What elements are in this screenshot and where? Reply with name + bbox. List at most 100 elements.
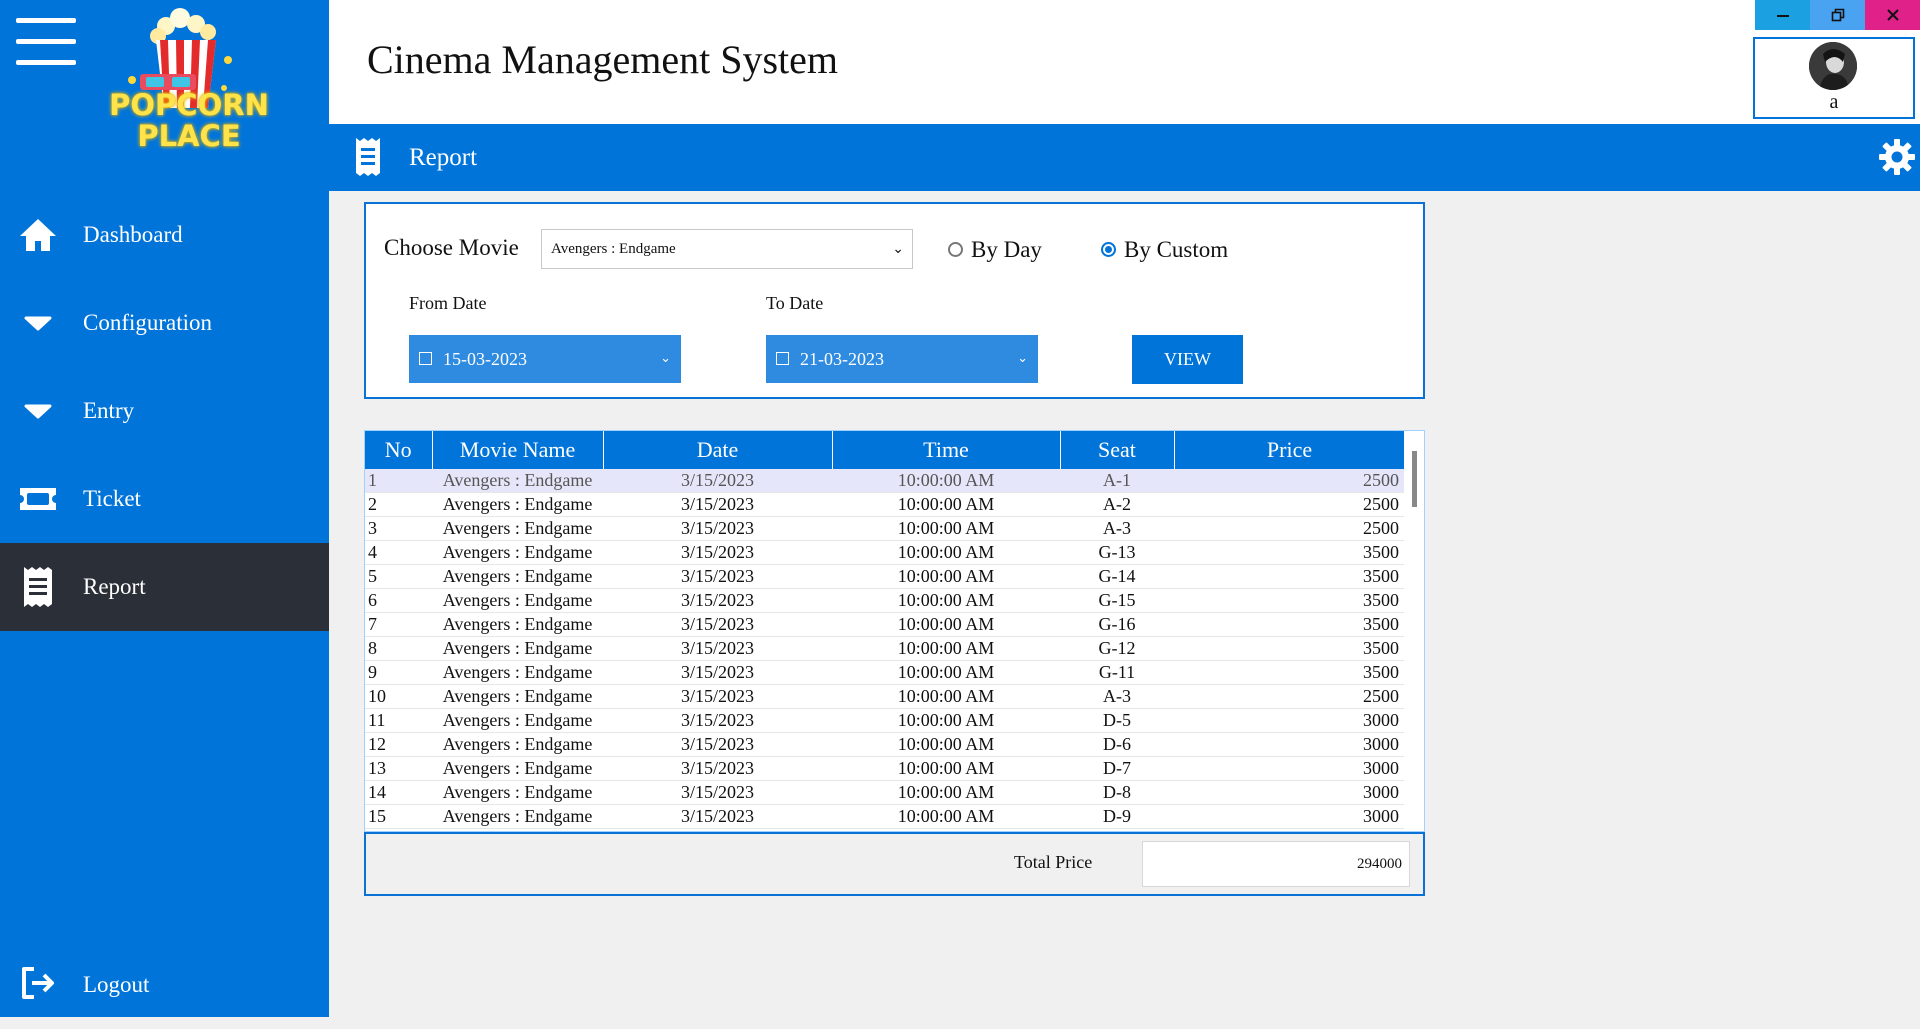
scrollbar-thumb[interactable] xyxy=(1412,451,1417,507)
table-cell: 3/15/2023 xyxy=(603,636,832,661)
column-header-seat[interactable]: Seat xyxy=(1060,431,1175,469)
table-row[interactable]: 5 Avengers : Endgame 3/15/2023 10:00:00 AM G… xyxy=(365,564,1405,589)
table-cell: 5 xyxy=(365,564,432,589)
table-cell: 6 xyxy=(365,588,432,613)
table-row[interactable]: 1 Avengers : Endgame 3/15/2023 10:00:00 AM A… xyxy=(365,469,1405,493)
radio-by-custom[interactable]: By Custom xyxy=(1101,237,1228,263)
table-cell: 3/15/2023 xyxy=(603,588,832,613)
table-row[interactable]: 2 Avengers : Endgame 3/15/2023 10:00:00 AM A… xyxy=(365,492,1405,517)
report-table[interactable]: No Movie Name Date Time Seat Price 1 Aven… xyxy=(364,430,1425,832)
table-cell: G-12 xyxy=(1060,636,1174,661)
table-cell: 3/15/2023 xyxy=(603,564,832,589)
table-cell: 3/15/2023 xyxy=(603,780,832,805)
restore-button[interactable] xyxy=(1810,0,1865,30)
logout-label: Logout xyxy=(83,972,150,997)
movie-select[interactable]: Avengers : Endgame ⌄ xyxy=(541,229,913,269)
table-row[interactable]: 7 Avengers : Endgame 3/15/2023 10:00:00 AM G… xyxy=(365,612,1405,637)
total-price-field[interactable]: 294000 xyxy=(1142,841,1410,887)
close-button[interactable] xyxy=(1865,0,1920,30)
table-cell: 3000 xyxy=(1174,708,1405,733)
view-button[interactable]: VIEW xyxy=(1132,335,1243,384)
logout-icon xyxy=(22,967,54,999)
column-header-movie-name[interactable]: Movie Name xyxy=(432,431,604,469)
table-row[interactable]: 11 Avengers : Endgame 3/15/2023 10:00:00 AM… xyxy=(365,708,1405,733)
sidebar-item-report[interactable]: Report xyxy=(0,543,329,631)
table-cell: Avengers : Endgame xyxy=(432,636,603,661)
table-cell: Avengers : Endgame xyxy=(432,516,603,541)
total-price-label: Total Price xyxy=(1014,852,1093,872)
table-cell: Avengers : Endgame xyxy=(432,469,603,493)
sidebar-item-dashboard[interactable]: Dashboard xyxy=(0,191,329,279)
table-cell: Avengers : Endgame xyxy=(432,612,603,637)
receipt-icon xyxy=(356,138,380,176)
table-row[interactable]: 6 Avengers : Endgame 3/15/2023 10:00:00 AM G… xyxy=(365,588,1405,613)
table-cell: 3000 xyxy=(1174,756,1405,781)
table-row[interactable]: 9 Avengers : Endgame 3/15/2023 10:00:00 AM G… xyxy=(365,660,1405,685)
table-row[interactable]: 4 Avengers : Endgame 3/15/2023 10:00:00 AM G… xyxy=(365,540,1405,565)
window-controls xyxy=(1755,0,1920,30)
table-body: 1 Avengers : Endgame 3/15/2023 10:00:00 AM A… xyxy=(365,469,1405,829)
radio-by-day[interactable]: By Day xyxy=(948,237,1042,263)
table-cell: 3/15/2023 xyxy=(603,469,832,493)
menu-toggle-icon[interactable] xyxy=(16,18,76,66)
table-cell: Avengers : Endgame xyxy=(432,732,603,757)
table-row[interactable]: 13 Avengers : Endgame 3/15/2023 10:00:00 AM… xyxy=(365,756,1405,781)
table-row[interactable]: 8 Avengers : Endgame 3/15/2023 10:00:00 AM G… xyxy=(365,636,1405,661)
table-cell: 2500 xyxy=(1174,684,1405,709)
table-cell: Avengers : Endgame xyxy=(432,804,603,829)
sidebar-item-configuration[interactable]: Configuration xyxy=(0,279,329,367)
radio-by-custom-label: By Custom xyxy=(1124,237,1229,262)
sidebar-item-ticket[interactable]: Ticket xyxy=(0,455,329,543)
minimize-button[interactable] xyxy=(1755,0,1810,30)
table-cell: 1 xyxy=(365,469,432,493)
table-cell: 10:00:00 AM xyxy=(832,660,1060,685)
table-cell: D-5 xyxy=(1060,708,1174,733)
column-header-no[interactable]: No xyxy=(365,431,433,469)
table-cell: 2500 xyxy=(1174,469,1405,493)
table-cell: D-8 xyxy=(1060,780,1174,805)
table-cell: Avengers : Endgame xyxy=(432,708,603,733)
table-scrollbar[interactable] xyxy=(1404,431,1424,831)
table-cell: Avengers : Endgame xyxy=(432,564,603,589)
table-cell: 3500 xyxy=(1174,660,1405,685)
sidebar: POPCORN PLACE Dashboard Configuration En… xyxy=(0,0,329,1017)
table-cell: 10:00:00 AM xyxy=(832,612,1060,637)
user-name: a xyxy=(1829,91,1839,113)
column-header-date[interactable]: Date xyxy=(603,431,833,469)
table-row[interactable]: 15 Avengers : Endgame 3/15/2023 10:00:00 AM… xyxy=(365,804,1405,829)
column-header-price[interactable]: Price xyxy=(1174,431,1406,469)
sidebar-item-label: Dashboard xyxy=(83,222,183,247)
table-cell: 3500 xyxy=(1174,636,1405,661)
app-title: Cinema Management System xyxy=(367,37,839,82)
user-profile[interactable]: a xyxy=(1753,37,1915,119)
table-cell: 10:00:00 AM xyxy=(832,684,1060,709)
table-cell: 14 xyxy=(365,780,432,805)
sidebar-item-entry[interactable]: Entry xyxy=(0,367,329,455)
gear-icon[interactable] xyxy=(1878,138,1916,176)
to-date-label: To Date xyxy=(766,293,824,313)
from-date-value: 15-03-2023 xyxy=(443,349,527,369)
minimize-icon xyxy=(1776,15,1789,17)
table-cell: 3/15/2023 xyxy=(603,660,832,685)
logout-button[interactable]: Logout xyxy=(0,941,329,1027)
table-cell: 2500 xyxy=(1174,492,1405,517)
table-cell: 4 xyxy=(365,540,432,565)
to-date-picker[interactable]: 21-03-2023 ⌄ xyxy=(766,335,1038,383)
table-cell: A-1 xyxy=(1060,469,1174,493)
table-cell: 2500 xyxy=(1174,516,1405,541)
table-row[interactable]: 10 Avengers : Endgame 3/15/2023 10:00:00 AM… xyxy=(365,684,1405,709)
table-cell: 2 xyxy=(365,492,432,517)
sidebar-item-label: Ticket xyxy=(83,486,141,511)
table-cell: 11 xyxy=(365,708,432,733)
from-date-picker[interactable]: 15-03-2023 ⌄ xyxy=(409,335,681,383)
page-title: Report xyxy=(409,144,478,171)
table-row[interactable]: 14 Avengers : Endgame 3/15/2023 10:00:00 AM… xyxy=(365,780,1405,805)
logo-text-line2: PLACE xyxy=(137,119,241,153)
calendar-icon xyxy=(419,352,432,365)
header: Cinema Management System xyxy=(329,0,1920,124)
table-row[interactable]: 3 Avengers : Endgame 3/15/2023 10:00:00 AM A… xyxy=(365,516,1405,541)
table-cell: 10:00:00 AM xyxy=(832,756,1060,781)
table-row[interactable]: 12 Avengers : Endgame 3/15/2023 10:00:00 AM… xyxy=(365,732,1405,757)
column-header-time[interactable]: Time xyxy=(832,431,1061,469)
table-cell: 3500 xyxy=(1174,564,1405,589)
